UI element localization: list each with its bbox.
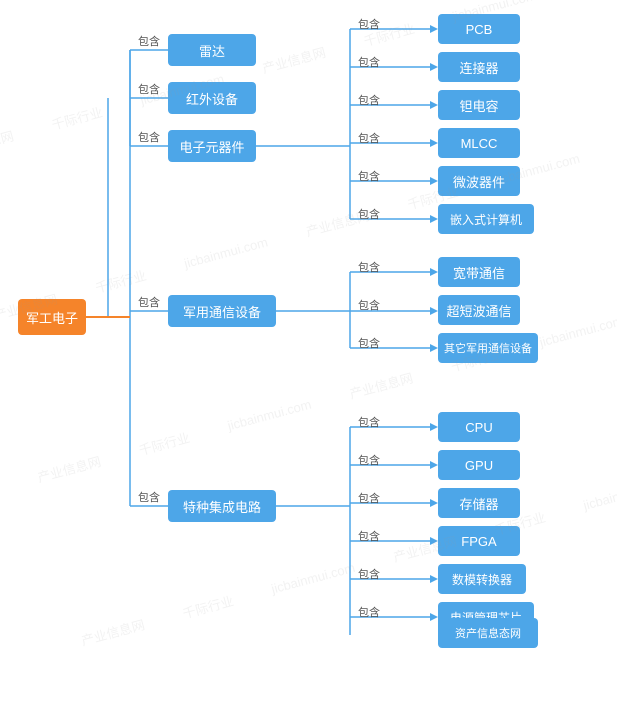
diagram: 产业信息网千际行业jicbainmui.com 产业信息网千际行业jicbain… — [0, 0, 617, 635]
leaf-mem: 存储器 — [438, 488, 520, 518]
leaf-mlcc: MLCC — [438, 128, 520, 158]
leaf-embedded: 嵌入式计算机 — [438, 204, 534, 234]
cl-broadband: 包含 — [358, 259, 380, 275]
root-node: 军工电子 — [18, 299, 86, 335]
leaf-tantcap: 钽电容 — [438, 90, 520, 120]
leaf-cpu: CPU — [438, 412, 520, 442]
leaf-pcb: PCB — [438, 14, 520, 44]
leaf-microwave: 微波器件 — [438, 166, 520, 196]
leaf-dac: 数模转换器 — [438, 564, 526, 594]
cl-microwave: 包含 — [358, 168, 380, 184]
leaf-gpu: GPU — [438, 450, 520, 480]
connector-lines — [0, 0, 617, 635]
cl-gpu: 包含 — [358, 452, 380, 468]
cl-pcb: 包含 — [358, 16, 380, 32]
cl-cpu: 包含 — [358, 414, 380, 430]
leaf-ultrashort: 超短波通信 — [438, 295, 520, 325]
cl-dac: 包含 — [358, 566, 380, 582]
contain-radar: 包含 — [138, 33, 160, 49]
cl-fpga: 包含 — [358, 528, 380, 544]
leaf-broadband: 宽带通信 — [438, 257, 520, 287]
cl-mlcc: 包含 — [358, 130, 380, 146]
cl-ultrashort: 包含 — [358, 297, 380, 313]
mid-elec: 电子元器件 — [168, 130, 256, 162]
mid-radar: 雷达 — [168, 34, 256, 66]
contain-elec: 包含 — [138, 129, 160, 145]
mid-infrared: 红外设备 — [168, 82, 256, 114]
leaf-connector: 连接器 — [438, 52, 520, 82]
leaf-info: 资产信息态网 — [438, 618, 538, 648]
cl-mem: 包含 — [358, 490, 380, 506]
leaf-fpga: FPGA — [438, 526, 520, 556]
cl-othermilcomm: 包含 — [358, 335, 380, 351]
cl-embedded: 包含 — [358, 206, 380, 222]
leaf-othermilcomm: 其它军用通信设备 — [438, 333, 538, 363]
contain-infrared: 包含 — [138, 81, 160, 97]
cl-pmic: 包含 — [358, 604, 380, 620]
root-label: 军工电子 — [26, 308, 78, 327]
mid-asic: 特种集成电路 — [168, 490, 276, 522]
contain-asic: 包含 — [138, 489, 160, 505]
cl-tantcap: 包含 — [358, 92, 380, 108]
cl-connector: 包含 — [358, 54, 380, 70]
mid-milcomm: 军用通信设备 — [168, 295, 276, 327]
contain-milcomm: 包含 — [138, 294, 160, 310]
